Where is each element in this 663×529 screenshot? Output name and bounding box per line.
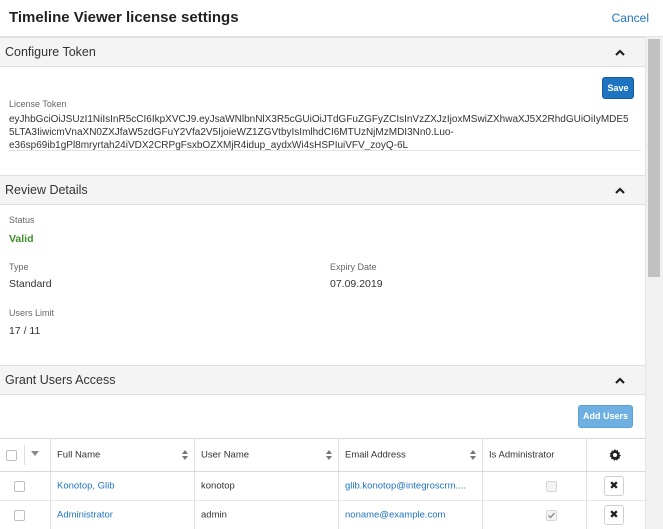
email-link[interactable]: noname@example.com xyxy=(345,510,445,521)
grant-users-access-header[interactable]: Grant Users Access xyxy=(0,365,645,395)
full-name-cell: Konotop, Glib xyxy=(51,472,195,500)
scrollbar-thumb[interactable] xyxy=(648,39,660,277)
token-line: 5LTA3IiwicmVnaXN0ZXJfaW5zdGFuY2Vfa2V5Ijo… xyxy=(9,127,454,138)
section-title: Grant Users Access xyxy=(5,373,116,387)
full-name-link[interactable]: Administrator xyxy=(57,510,113,521)
license-token-label: License Token xyxy=(9,99,67,109)
dialog-header: Timeline Viewer license settings Cancel xyxy=(0,0,663,37)
column-label: Is Administrator xyxy=(489,449,555,461)
email-cell: glib.konotop@integroscrm.... xyxy=(339,472,483,500)
row-select-cell xyxy=(0,472,51,500)
row-checkbox[interactable] xyxy=(14,481,25,492)
divider xyxy=(24,445,25,465)
remove-user-button[interactable]: ✖ xyxy=(604,476,624,496)
expiry-date-value: 07.09.2019 xyxy=(330,278,383,290)
user-name-cell: admin xyxy=(195,501,339,529)
chevron-up-icon[interactable] xyxy=(613,46,627,60)
token-line: eyJhbGciOiJSUzI1NiIsInR5cCI6IkpXVCJ9.eyJ… xyxy=(9,114,629,125)
section-title: Configure Token xyxy=(5,45,96,59)
type-label: Type xyxy=(9,262,29,272)
user-name-cell: konotop xyxy=(195,472,339,500)
grid-header-row: Full Name User Name Email Address Is Adm… xyxy=(0,439,645,472)
type-value: Standard xyxy=(9,278,52,290)
status-value: Valid xyxy=(9,233,34,245)
column-header-email[interactable]: Email Address xyxy=(339,439,483,471)
license-token-field[interactable]: eyJhbGciOiJSUzI1NiIsInR5cCI6IkpXVCJ9.eyJ… xyxy=(9,113,641,151)
settings-content[interactable]: Configure Token Save License Token eyJhb… xyxy=(0,37,645,529)
chevron-up-icon[interactable] xyxy=(613,374,627,388)
page-title: Timeline Viewer license settings xyxy=(9,9,239,26)
select-all-checkbox[interactable] xyxy=(6,450,17,461)
is-admin-cell xyxy=(483,472,587,500)
close-icon: ✖ xyxy=(609,509,619,521)
table-row[interactable]: Konotop, Glib konotop glib.konotop@integ… xyxy=(0,472,645,501)
sort-icon[interactable] xyxy=(470,450,476,460)
users-grid: Full Name User Name Email Address Is Adm… xyxy=(0,438,645,529)
chevron-down-icon[interactable] xyxy=(31,451,39,456)
review-details-header[interactable]: Review Details xyxy=(0,175,645,205)
remove-user-button[interactable]: ✖ xyxy=(604,505,624,525)
add-users-button[interactable]: Add Users xyxy=(578,405,633,428)
vertical-scrollbar[interactable] xyxy=(645,37,663,529)
is-admin-checkbox xyxy=(546,481,557,492)
sort-icon[interactable] xyxy=(182,450,188,460)
column-label: User Name xyxy=(201,449,250,461)
chevron-up-icon[interactable] xyxy=(613,184,627,198)
is-admin-checkbox xyxy=(546,510,557,521)
user-name: admin xyxy=(201,509,227,521)
row-select-cell xyxy=(0,501,51,529)
row-checkbox[interactable] xyxy=(14,510,25,521)
column-header-user-name[interactable]: User Name xyxy=(195,439,339,471)
select-all-cell xyxy=(0,439,51,471)
column-header-is-admin[interactable]: Is Administrator xyxy=(483,439,587,471)
status-label: Status xyxy=(9,215,35,225)
configure-token-header[interactable]: Configure Token xyxy=(0,37,645,67)
users-limit-label: Users Limit xyxy=(9,308,55,318)
section-title: Review Details xyxy=(5,183,88,197)
save-button[interactable]: Save xyxy=(602,77,634,99)
checkmark-icon xyxy=(548,512,555,519)
remove-cell: ✖ xyxy=(587,501,645,529)
email-cell: noname@example.com xyxy=(339,501,483,529)
token-line: e36sp69ib1gPl8mryrtah24iVDX2CRPgFsxbOZXM… xyxy=(9,140,409,151)
user-name: konotop xyxy=(201,480,235,492)
users-limit-value: 17 / 11 xyxy=(9,325,41,337)
email-link[interactable]: glib.konotop@integroscrm.... xyxy=(345,481,466,492)
close-icon: ✖ xyxy=(609,480,619,492)
column-header-settings xyxy=(587,439,645,471)
is-admin-cell xyxy=(483,501,587,529)
column-label: Email Address xyxy=(345,449,406,461)
remove-cell: ✖ xyxy=(587,472,645,500)
expiry-date-label: Expiry Date xyxy=(330,262,377,272)
sort-icon[interactable] xyxy=(326,450,332,460)
table-row[interactable]: Administrator admin noname@example.com ✖ xyxy=(0,501,645,529)
column-label: Full Name xyxy=(57,449,101,461)
full-name-link[interactable]: Konotop, Glib xyxy=(57,481,115,492)
full-name-cell: Administrator xyxy=(51,501,195,529)
gear-icon[interactable] xyxy=(609,449,621,461)
cancel-link[interactable]: Cancel xyxy=(612,11,649,25)
column-header-full-name[interactable]: Full Name xyxy=(51,439,195,471)
